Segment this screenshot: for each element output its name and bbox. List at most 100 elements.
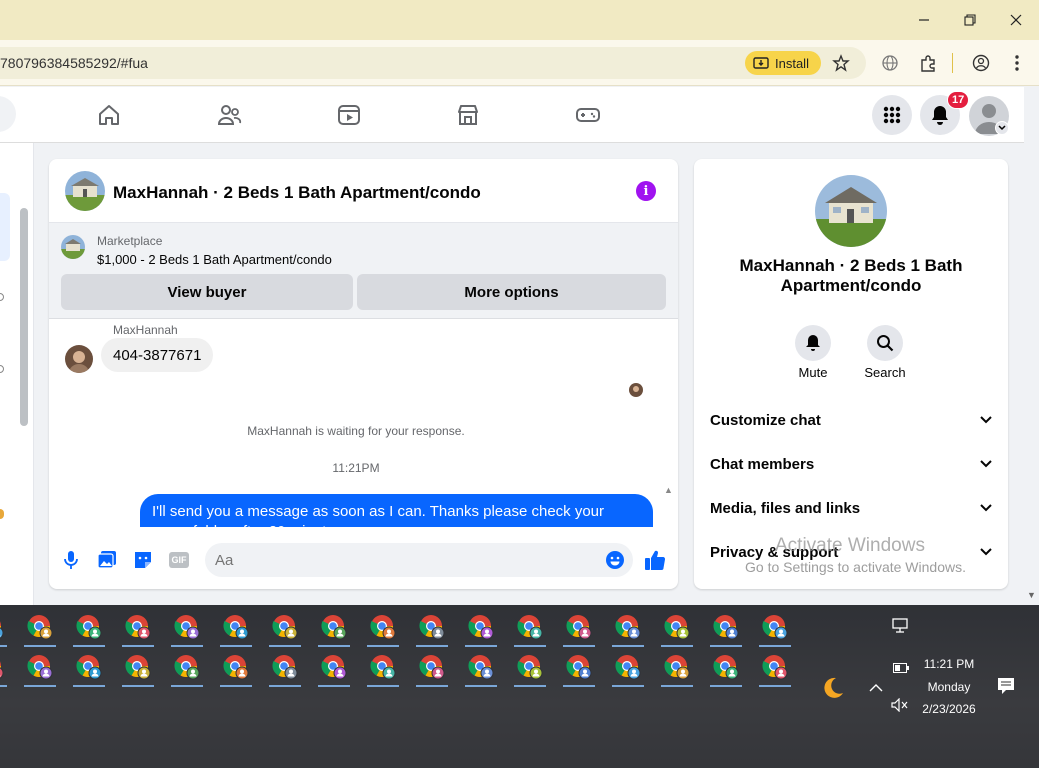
url-text[interactable]: 780796384585292/#fua	[0, 55, 148, 71]
sidebar-scrollbar[interactable]	[20, 208, 28, 426]
microphone-icon[interactable]	[59, 548, 83, 572]
gaming-icon[interactable]	[574, 101, 602, 129]
close-window-icon[interactable]	[1004, 8, 1028, 32]
section-label: Chat members	[710, 455, 815, 473]
chat-members-section[interactable]: Chat members	[710, 444, 992, 484]
mute-label: Mute	[798, 365, 828, 380]
marketplace-banner: Marketplace $1,000 - 2 Beds 1 Bath Apart…	[49, 223, 678, 319]
chevron-up-icon[interactable]	[869, 680, 883, 698]
install-button[interactable]: Install	[745, 51, 821, 75]
chrome-taskbar-app-icon[interactable]	[657, 647, 697, 687]
chevron-down-icon	[980, 548, 992, 556]
clock-day[interactable]: Monday	[916, 680, 982, 694]
volume-muted-icon[interactable]	[891, 697, 909, 717]
chrome-taskbar-app-icon[interactable]	[412, 647, 452, 687]
chrome-taskbar-app-icon[interactable]	[657, 607, 697, 647]
chrome-taskbar-app-icon[interactable]	[20, 607, 60, 647]
sticker-icon[interactable]	[131, 548, 155, 572]
info-icon[interactable]: i	[636, 181, 656, 201]
chrome-taskbar-app-icon[interactable]	[167, 647, 207, 687]
network-icon[interactable]	[892, 618, 910, 639]
more-options-button[interactable]: More options	[357, 274, 666, 310]
chrome-taskbar-app-icon[interactable]	[20, 647, 60, 687]
bookmark-star-icon[interactable]	[830, 52, 852, 74]
chrome-taskbar-app-icon[interactable]	[461, 647, 501, 687]
chrome-taskbar-app-icon[interactable]	[461, 607, 501, 647]
chrome-taskbar-app-icon[interactable]	[608, 607, 648, 647]
search-button[interactable]	[867, 325, 903, 361]
scroll-up-arrow-icon[interactable]: ▲	[664, 485, 673, 495]
page-scroll-down-icon[interactable]: ▼	[1027, 590, 1036, 600]
gif-icon[interactable]: GIF	[167, 548, 191, 572]
message-input[interactable]	[205, 543, 633, 577]
photo-icon[interactable]	[95, 548, 119, 572]
action-center-icon[interactable]	[997, 677, 1015, 700]
mute-button[interactable]	[795, 325, 831, 361]
clock-date[interactable]: 2/23/2026	[916, 702, 982, 716]
chrome-taskbar-app-icon[interactable]	[118, 607, 158, 647]
marketplace-icon[interactable]	[454, 101, 482, 129]
chrome-taskbar-app-icon[interactable]	[559, 647, 599, 687]
emoji-icon[interactable]	[603, 548, 627, 572]
customize-chat-section[interactable]: Customize chat	[710, 400, 992, 440]
chrome-taskbar-app-icon[interactable]	[363, 647, 403, 687]
night-light-moon-icon[interactable]	[820, 675, 846, 706]
restore-icon[interactable]	[958, 8, 982, 32]
chrome-taskbar-app-icon[interactable]	[0, 647, 11, 687]
taskbar-row	[0, 647, 800, 687]
chrome-taskbar-app-icon[interactable]	[69, 607, 109, 647]
chrome-taskbar-app-icon[interactable]	[608, 647, 648, 687]
listing-thumbnail[interactable]	[65, 171, 105, 211]
battery-icon[interactable]	[893, 660, 909, 678]
message-thread: MaxHannah 404-3877671 MaxHannah is waiti…	[49, 319, 678, 527]
chrome-taskbar-app-icon[interactable]	[216, 647, 256, 687]
thumbs-up-icon[interactable]	[643, 548, 667, 572]
listing-photo[interactable]	[815, 175, 887, 247]
chat-list-sidebar	[0, 143, 34, 605]
incoming-message-bubble[interactable]: 404-3877671	[101, 338, 214, 372]
menu-grid-button[interactable]	[872, 95, 912, 135]
system-message: MaxHannah is waiting for your response.	[247, 424, 465, 438]
chrome-taskbar-app-icon[interactable]	[314, 607, 354, 647]
chat-item-indicator	[0, 365, 4, 373]
chrome-taskbar-app-icon[interactable]	[167, 607, 207, 647]
clock-time[interactable]: 11:21 PM	[916, 657, 982, 671]
chrome-taskbar-app-icon[interactable]	[265, 607, 305, 647]
chrome-taskbar-app-icon[interactable]	[265, 647, 305, 687]
chrome-taskbar-app-icon[interactable]	[216, 607, 256, 647]
extensions-icon[interactable]	[917, 52, 939, 74]
view-buyer-button[interactable]: View buyer	[61, 274, 353, 310]
browser-menu-icon[interactable]	[1006, 52, 1028, 74]
page-scrollbar-track[interactable]	[1024, 87, 1039, 605]
chrome-taskbar-app-icon[interactable]	[0, 607, 11, 647]
chrome-taskbar-app-icon[interactable]	[69, 647, 109, 687]
chrome-taskbar-app-icon[interactable]	[755, 607, 795, 647]
sender-avatar[interactable]	[65, 345, 93, 373]
friends-icon[interactable]	[215, 101, 243, 129]
translate-globe-icon[interactable]	[879, 52, 901, 74]
chrome-taskbar-app-icon[interactable]	[510, 647, 550, 687]
section-label: Customize chat	[710, 411, 821, 429]
chrome-taskbar-app-icon[interactable]	[510, 607, 550, 647]
chevron-down-icon	[980, 416, 992, 424]
profile-icon[interactable]	[970, 52, 992, 74]
chrome-taskbar-app-icon[interactable]	[559, 607, 599, 647]
chevron-down-icon[interactable]	[995, 121, 1009, 135]
chrome-taskbar-app-icon[interactable]	[706, 647, 746, 687]
home-icon[interactable]	[95, 101, 123, 129]
minimize-icon[interactable]	[912, 8, 936, 32]
listing-price-title[interactable]: $1,000 - 2 Beds 1 Bath Apartment/condo	[97, 252, 332, 267]
chrome-taskbar-app-icon[interactable]	[363, 607, 403, 647]
selected-chat-highlight[interactable]	[0, 193, 10, 261]
media-files-links-section[interactable]: Media, files and links	[710, 488, 992, 528]
video-icon[interactable]	[335, 101, 363, 129]
outgoing-message-bubble[interactable]: I'll send you a message as soon as I can…	[140, 494, 653, 527]
taskbar-row	[0, 607, 800, 647]
search-field-edge[interactable]	[0, 96, 16, 132]
chrome-taskbar-app-icon[interactable]	[755, 647, 795, 687]
chrome-taskbar-app-icon[interactable]	[118, 647, 158, 687]
chrome-taskbar-app-icon[interactable]	[314, 647, 354, 687]
section-label: Media, files and links	[710, 499, 861, 517]
chrome-taskbar-app-icon[interactable]	[706, 607, 746, 647]
chrome-taskbar-app-icon[interactable]	[412, 607, 452, 647]
